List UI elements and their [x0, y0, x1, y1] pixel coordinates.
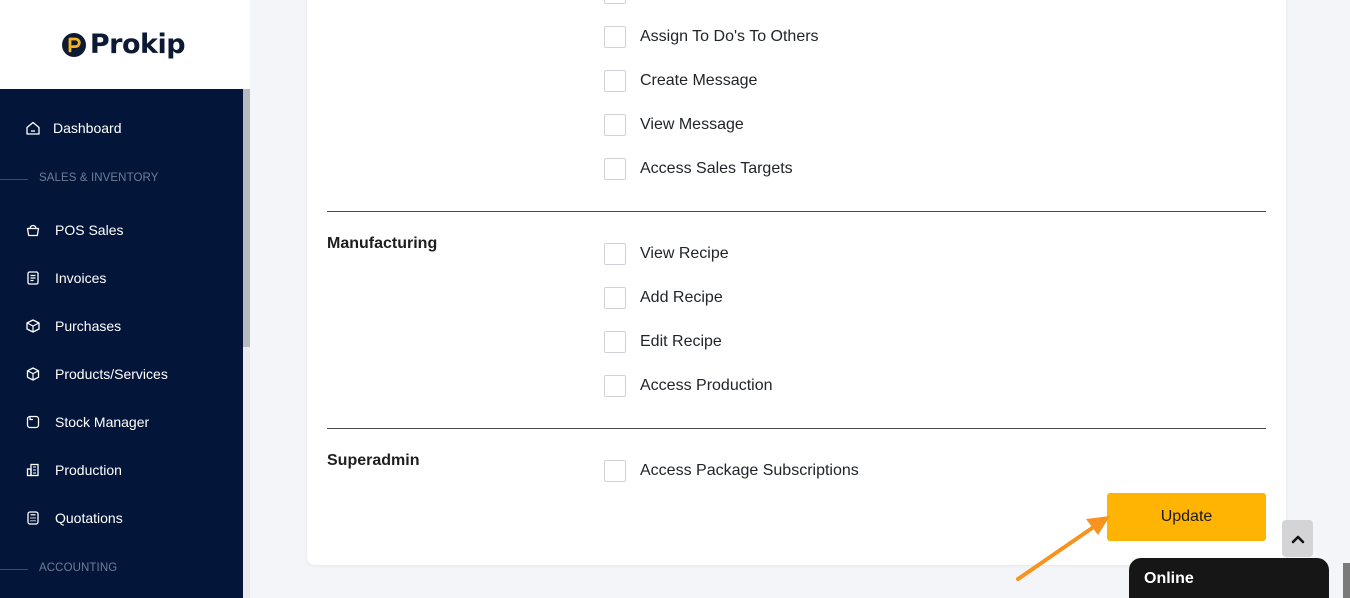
sidebar-item-label: Invoices — [55, 270, 107, 286]
permission-checkbox[interactable] — [604, 375, 626, 397]
permission-assign-todos[interactable]: Assign To Do's To Others — [604, 26, 819, 48]
permission-label: Create Message — [640, 72, 758, 89]
permission-access-sales-targets[interactable]: Access Sales Targets — [604, 158, 793, 180]
sidebar-scrollbar-thumb[interactable] — [243, 89, 250, 347]
permission-create-message[interactable]: Create Message — [604, 70, 757, 92]
section-divider — [327, 211, 1266, 212]
permissions-card — [307, 0, 1286, 565]
purchase-box-icon — [26, 319, 40, 333]
prokip-logo-icon — [61, 32, 86, 57]
logo-area: Prokip — [0, 0, 250, 89]
permission-label: Edit Recipe — [640, 333, 722, 350]
permission-row-partial[interactable] — [604, 0, 626, 4]
permission-checkbox[interactable] — [604, 158, 626, 180]
section-accounting: ACCOUNTING — [0, 560, 243, 580]
basket-icon — [26, 224, 40, 237]
permission-add-recipe[interactable]: Add Recipe — [604, 287, 723, 309]
sidebar-nav: Dashboard SALES & INVENTORY POS Sales In… — [0, 89, 243, 598]
sidebar-item-label: Purchases — [55, 318, 122, 334]
sidebar-item-label: Quotations — [55, 510, 123, 526]
chat-widget-online[interactable]: Online — [1129, 558, 1329, 598]
chat-status-label: Online — [1144, 570, 1194, 587]
chevron-up-icon — [1291, 535, 1304, 543]
permission-checkbox[interactable] — [604, 26, 626, 48]
sidebar-scrollbar[interactable] — [243, 89, 250, 598]
sidebar-item-quotations[interactable]: Quotations — [0, 498, 243, 538]
permission-label: Assign To Do's To Others — [640, 28, 819, 45]
sidebar-item-production[interactable]: Production — [0, 450, 243, 490]
sidebar-item-label: Stock Manager — [55, 414, 150, 430]
sidebar-item-invoices[interactable]: Invoices — [0, 258, 243, 298]
sidebar-item-purchases[interactable]: Purchases — [0, 306, 243, 346]
sidebar-item-label: POS Sales — [55, 222, 124, 238]
building-icon — [26, 463, 39, 477]
calculator-icon — [27, 511, 39, 525]
section-sales-inventory: SALES & INVENTORY — [0, 170, 243, 190]
cube-icon — [26, 367, 40, 381]
permission-checkbox[interactable] — [604, 70, 626, 92]
sidebar-item-products-services[interactable]: Products/Services — [0, 354, 243, 394]
permission-checkbox[interactable] — [604, 331, 626, 353]
permission-label: Access Production — [640, 377, 773, 394]
sidebar-item-label: Products/Services — [55, 366, 168, 382]
permission-access-production[interactable]: Access Production — [604, 375, 773, 397]
sidebar-item-label: Dashboard — [53, 120, 122, 136]
home-icon — [26, 121, 40, 135]
stock-icon — [26, 415, 40, 429]
brand-name: Prokip — [89, 29, 186, 60]
section-title-manufacturing: Manufacturing — [327, 235, 438, 252]
permission-label: Access Sales Targets — [640, 160, 793, 177]
annotation-arrow-icon — [1016, 516, 1110, 581]
permission-access-package-subscriptions[interactable]: Access Package Subscriptions — [604, 460, 859, 482]
sidebar-item-pos-sales[interactable]: POS Sales — [0, 210, 243, 250]
permission-checkbox[interactable] — [604, 287, 626, 309]
permission-edit-recipe[interactable]: Edit Recipe — [604, 331, 722, 353]
section-divider — [327, 428, 1266, 429]
section-label: SALES & INVENTORY — [39, 172, 159, 184]
permission-label: View Message — [640, 116, 744, 133]
permission-checkbox[interactable] — [604, 114, 626, 136]
section-divider — [0, 569, 28, 570]
section-title-superadmin: Superadmin — [327, 452, 420, 469]
permission-label: View Recipe — [640, 245, 729, 262]
permission-label: Add Recipe — [640, 289, 723, 306]
permission-checkbox[interactable] — [604, 0, 626, 4]
scroll-to-top-button[interactable] — [1282, 520, 1313, 557]
permission-view-recipe[interactable]: View Recipe — [604, 243, 729, 265]
section-divider — [0, 179, 28, 180]
page-scrollbar-thumb[interactable] — [1343, 563, 1350, 598]
sidebar-item-dashboard[interactable]: Dashboard — [0, 108, 243, 148]
permission-label: Access Package Subscriptions — [640, 462, 859, 479]
permission-checkbox[interactable] — [604, 243, 626, 265]
invoice-icon — [27, 271, 39, 285]
update-button[interactable]: Update — [1107, 493, 1266, 541]
permission-checkbox[interactable] — [604, 460, 626, 482]
sidebar-item-label: Production — [55, 462, 122, 478]
sidebar-item-stock-manager[interactable]: Stock Manager — [0, 402, 243, 442]
prokip-logo[interactable]: Prokip — [61, 29, 186, 60]
section-label: ACCOUNTING — [39, 562, 118, 574]
permission-view-message[interactable]: View Message — [604, 114, 744, 136]
